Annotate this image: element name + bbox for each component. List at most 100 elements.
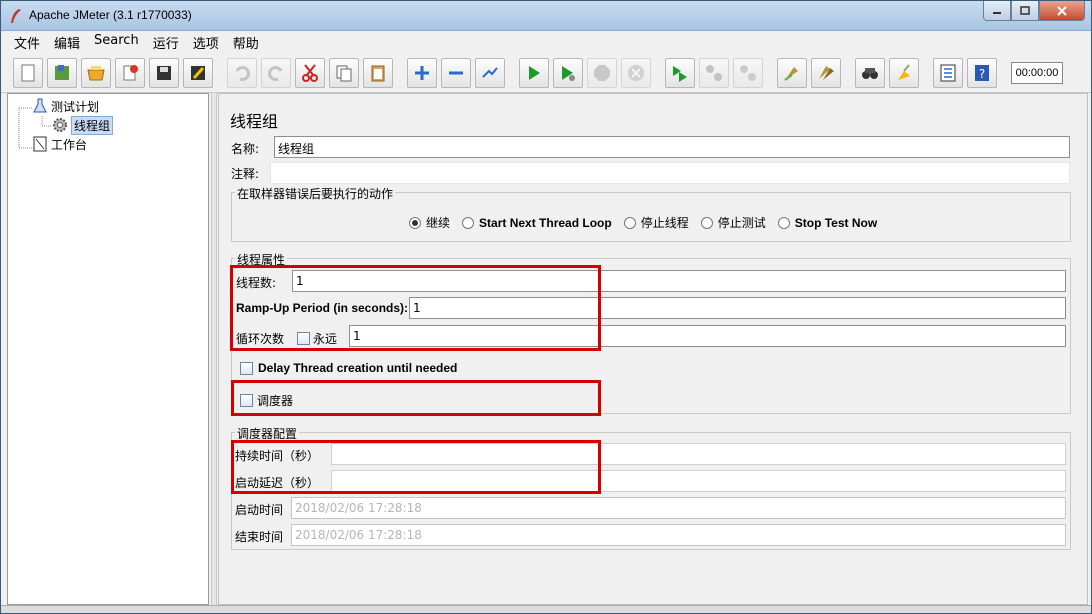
on-error-title: 在取样器错误后要执行的动作 [235, 185, 396, 202]
templates-icon [55, 65, 69, 80]
search-button[interactable] [855, 58, 885, 88]
copy-icon [336, 65, 352, 82]
stop-icon [594, 65, 610, 81]
radio-stop-test[interactable]: 停止测试 [700, 214, 766, 231]
reset-search-button[interactable] [889, 58, 919, 88]
radio-label: 继续 [426, 216, 451, 230]
startup-delay-field[interactable] [331, 470, 1066, 492]
radio-label: Start Next Thread Loop [479, 215, 612, 230]
radio-label: Stop Test Now [794, 215, 878, 230]
start-no-pause-button[interactable] [553, 58, 583, 88]
scheduler-checkbox[interactable]: 调度器 [240, 392, 293, 409]
end-time-field[interactable]: 2018/02/06 17:28:18 [291, 524, 1066, 546]
test-plan-tree: 测试计划 线程组 工作台 [7, 93, 209, 605]
remote-stop-button[interactable] [699, 58, 729, 88]
close-file-button[interactable] [115, 58, 145, 88]
menu-bar: 文件 编辑 Search 运行 选项 帮助 [1, 31, 1091, 53]
menu-edit[interactable]: 编辑 [47, 31, 87, 53]
function-helper-button[interactable] [933, 58, 963, 88]
tree-item-label: 工作台 [51, 137, 88, 152]
pane-splitter[interactable] [211, 93, 217, 605]
shutdown-button[interactable] [621, 58, 651, 88]
radio-stop-thread[interactable]: 停止线程 [623, 214, 689, 231]
thread-properties-title: 线程属性 [235, 251, 288, 268]
undo-icon [235, 66, 250, 81]
radio-indicator [409, 216, 421, 229]
loop-count-field[interactable]: 1 [349, 325, 1066, 347]
save-button[interactable] [149, 58, 179, 88]
tree-item-workbench[interactable]: 工作台 [32, 135, 87, 153]
menu-file[interactable]: 文件 [7, 31, 47, 53]
toolbar: ? 00:00:00 [1, 53, 1091, 93]
workbench-icon [32, 136, 48, 152]
open-button[interactable] [81, 58, 111, 88]
undo-button[interactable] [227, 58, 257, 88]
clear-button[interactable] [777, 58, 807, 88]
forever-label: 永远 [313, 332, 338, 346]
menu-options[interactable]: 选项 [186, 31, 226, 53]
scheduler-label: 调度器 [257, 394, 294, 408]
paste-button[interactable] [363, 58, 393, 88]
maximize-button[interactable] [1011, 1, 1039, 21]
expand-icon [415, 66, 429, 80]
start-icon [529, 66, 540, 80]
radio-indicator [700, 216, 713, 229]
checkbox-box [297, 332, 310, 345]
new-button[interactable] [13, 58, 43, 88]
expand-button[interactable] [407, 58, 437, 88]
radio-start-next-loop[interactable]: Start Next Thread Loop [462, 214, 612, 231]
close-icon [1057, 5, 1067, 16]
remote-start-button[interactable] [665, 58, 695, 88]
menu-search[interactable]: Search [87, 31, 146, 53]
remote-shutdown-button[interactable] [733, 58, 763, 88]
svg-text:?: ? [979, 67, 985, 81]
clear-all-button[interactable] [811, 58, 841, 88]
forever-checkbox[interactable]: 永远 [297, 330, 337, 347]
radio-continue[interactable]: 继续 [409, 214, 450, 231]
toggle-button[interactable] [475, 58, 505, 88]
test-plan-icon [32, 98, 48, 114]
menu-help[interactable]: 帮助 [226, 31, 266, 53]
tree-item-test-plan[interactable]: 测试计划 [32, 97, 99, 115]
remote-shutdown-icon [740, 65, 756, 81]
redo-button[interactable] [261, 58, 291, 88]
window-title: Apache JMeter (3.1 r1770033) [29, 8, 192, 22]
tree-item-label: 线程组 [71, 115, 114, 135]
cut-icon [302, 64, 318, 82]
name-field[interactable]: 线程组 [274, 136, 1070, 158]
redo-icon [268, 66, 283, 81]
threads-field[interactable]: 1 [292, 270, 1066, 292]
close-icon [123, 65, 138, 81]
close-button[interactable] [1039, 1, 1085, 21]
stop-button[interactable] [587, 58, 617, 88]
delay-thread-creation-checkbox[interactable]: Delay Thread creation until needed [240, 361, 457, 375]
minimize-button[interactable] [983, 1, 1011, 21]
comment-label: 注释: [231, 167, 260, 181]
comment-field[interactable] [270, 162, 1070, 184]
templates-button[interactable] [47, 58, 77, 88]
end-time-label: 结束时间 [235, 530, 284, 544]
save-screenshot-button[interactable] [183, 58, 213, 88]
radio-stop-test-now[interactable]: Stop Test Now [777, 214, 878, 231]
cut-button[interactable] [295, 58, 325, 88]
start-button[interactable] [519, 58, 549, 88]
help-button[interactable]: ? [967, 58, 997, 88]
title-bar: Apache JMeter (3.1 r1770033) [1, 1, 1091, 31]
scheduler-config-title: 调度器配置 [235, 425, 300, 442]
start-time-label: 启动时间 [235, 503, 284, 517]
radio-label: 停止线程 [640, 216, 689, 230]
open-icon [87, 66, 105, 81]
remote-stop-icon [706, 65, 722, 81]
status-bar [1, 605, 1091, 613]
duration-field[interactable] [331, 443, 1066, 465]
clear-all-icon [819, 66, 834, 80]
menu-run[interactable]: 运行 [146, 31, 186, 53]
rampup-field[interactable]: 1 [409, 297, 1066, 319]
start-time-field[interactable]: 2018/02/06 17:28:18 [291, 497, 1066, 519]
copy-button[interactable] [329, 58, 359, 88]
collapse-button[interactable] [441, 58, 471, 88]
collapse-icon [449, 71, 463, 75]
elapsed-timer: 00:00:00 [1011, 62, 1063, 84]
new-icon [21, 64, 35, 82]
tree-item-thread-group[interactable]: 线程组 [52, 115, 114, 135]
